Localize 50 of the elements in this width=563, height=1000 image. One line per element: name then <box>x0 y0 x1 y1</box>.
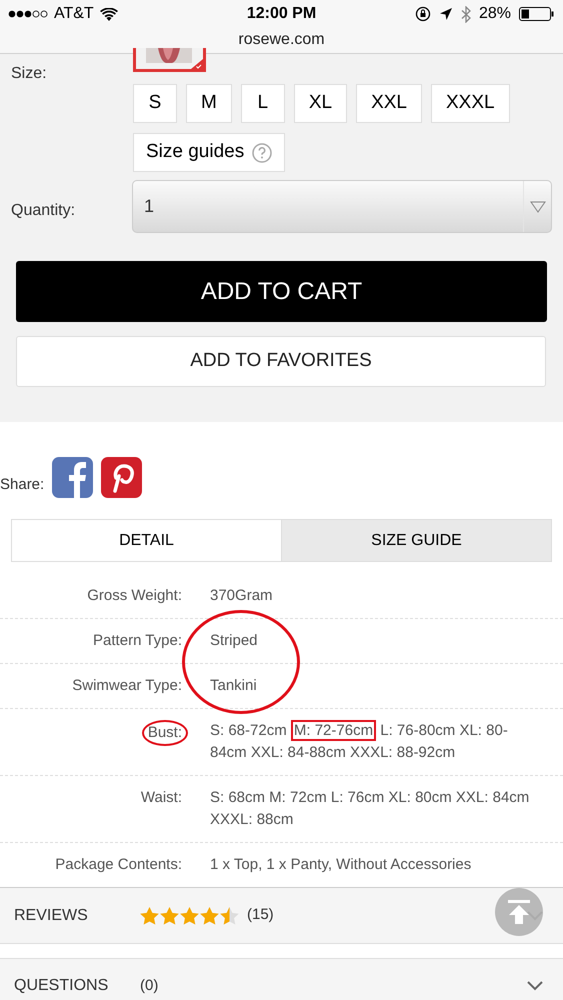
battery-percent: 28% <box>478 4 511 24</box>
page-url: rosewe.com <box>238 30 325 50</box>
battery-icon <box>519 6 555 22</box>
check-icon <box>191 59 203 69</box>
spec-label: Waist: <box>140 789 182 806</box>
quantity-label: Quantity: <box>11 201 76 221</box>
size-guides-button[interactable]: Size guides <box>133 133 286 172</box>
size-label: Size: <box>11 64 47 84</box>
rotation-lock-icon <box>414 6 431 22</box>
section-title: QUESTIONS <box>14 976 110 996</box>
size-option[interactable]: XL <box>294 84 348 123</box>
spec-label: Bust: <box>142 720 188 746</box>
size-option[interactable]: XXXL <box>431 84 510 123</box>
section-title: REVIEWS <box>14 906 89 926</box>
count-label: (0) <box>140 976 158 996</box>
spec-value: S: 68cm M: 72cm L: 76cm XL: 80cm XXL: 84cm XXXL: 88cm <box>210 788 530 830</box>
pinterest-icon <box>101 457 142 498</box>
tab[interactable]: SIZE GUIDE <box>281 520 551 561</box>
spec-label: Gross Weight: <box>87 587 182 604</box>
clock-time: 12:00 PM <box>246 4 316 24</box>
bluetooth-icon <box>460 6 471 22</box>
spec-label: Pattern Type: <box>93 632 182 649</box>
add-to-favorites-button[interactable]: ADD TO FAVORITES <box>16 336 546 387</box>
spec-value: S: 68-72cm M: 72-76cm L: 76-80cm XL: 80-84cm XXL: 84-88cm XXXL: 88-92cm <box>210 720 509 763</box>
spec-label: Swimwear Type: <box>72 677 182 694</box>
spec-value: 370Gram <box>210 586 273 606</box>
size-option[interactable]: S <box>133 84 177 123</box>
arrow-up-icon <box>506 899 532 925</box>
size-option[interactable]: XXL <box>356 84 422 123</box>
size-option[interactable]: M <box>186 84 232 123</box>
spec-value: Tankini <box>210 676 257 696</box>
dropdown-arrow-icon <box>530 200 546 212</box>
location-arrow-icon <box>438 7 453 21</box>
quantity-select[interactable]: 1 <box>132 180 552 233</box>
help-icon <box>252 142 272 162</box>
signal-icon <box>8 9 50 19</box>
chevron-icon <box>527 981 543 991</box>
accordion-row[interactable]: REVIEWS (15) <box>0 888 563 944</box>
carrier-name: AT&T <box>54 4 94 24</box>
accordion-row[interactable]: QUESTIONS (0) <box>0 958 563 1000</box>
add-to-cart-button[interactable]: ADD TO CART <box>16 261 547 322</box>
spec-value: Striped <box>210 631 258 651</box>
spec-value: 1 x Top, 1 x Panty, Without Accessories <box>210 855 472 875</box>
size-option[interactable]: L <box>240 84 285 123</box>
color-swatch[interactable] <box>133 48 206 72</box>
share-label: Share: <box>0 474 44 494</box>
wifi-icon <box>100 8 118 20</box>
facebook-icon <box>52 457 94 498</box>
count-label: (15) <box>247 905 274 926</box>
spec-label: Package Contents: <box>55 856 182 873</box>
